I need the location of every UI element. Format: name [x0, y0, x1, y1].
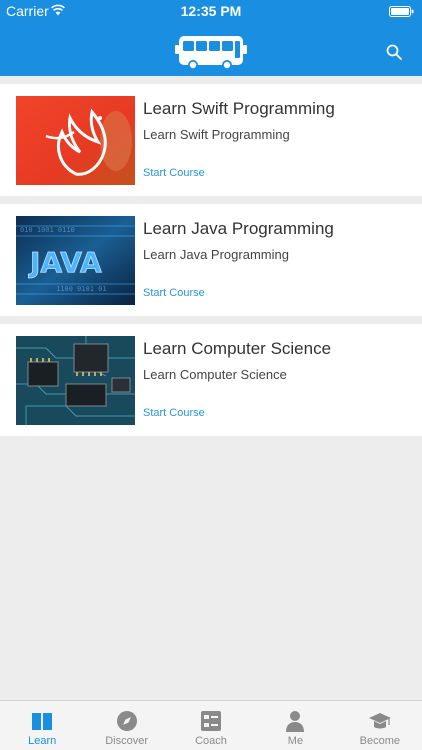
tab-label: Become [359, 735, 400, 747]
tab-learn[interactable]: Learn [0, 701, 84, 750]
tab-me[interactable]: Me [253, 701, 337, 750]
search-icon[interactable] [386, 44, 402, 60]
tab-coach[interactable]: Coach [169, 701, 253, 750]
app-header: Carrier 12:35 PM [0, 0, 422, 76]
course-subtitle: Learn Java Programming [143, 247, 289, 262]
svg-text:1100 0101 01: 1100 0101 01 [56, 285, 107, 293]
course-card-computer-science[interactable]: Learn Computer Science Learn Computer Sc… [0, 324, 422, 436]
course-title: Learn Swift Programming [143, 99, 335, 118]
swift-logo-image [16, 96, 135, 185]
svg-text:010 1001 0110: 010 1001 0110 [20, 226, 75, 234]
tab-bar: Learn Discover Coach Me Become [0, 700, 422, 750]
tab-label: Learn [28, 735, 57, 747]
battery-icon [389, 6, 414, 17]
circuit-board-image [16, 336, 135, 425]
person-icon [286, 711, 305, 732]
java-logo-image: 010 1001 0110 1100 0101 01 JAVA [16, 216, 135, 305]
bus-icon [175, 36, 247, 70]
start-course-link[interactable]: Start Course [143, 407, 205, 419]
svg-text:JAVA: JAVA [28, 246, 102, 279]
course-subtitle: Learn Swift Programming [143, 127, 290, 142]
status-time: 12:35 PM [180, 3, 242, 19]
tab-become[interactable]: Become [338, 701, 422, 750]
tab-label: Me [287, 735, 304, 747]
start-course-link[interactable]: Start Course [143, 167, 205, 179]
course-card-swift[interactable]: Learn Swift Programming Learn Swift Prog… [0, 84, 422, 196]
compass-icon [116, 711, 137, 731]
course-title: Learn Computer Science [143, 339, 332, 358]
course-title: Learn Java Programming [143, 219, 334, 238]
tab-discover[interactable]: Discover [84, 701, 168, 750]
course-subtitle: Learn Computer Science [143, 367, 287, 382]
tab-label: Coach [195, 735, 227, 747]
checklist-icon [201, 711, 222, 731]
start-course-link[interactable]: Start Course [143, 287, 205, 299]
tab-label: Discover [105, 735, 148, 747]
course-card-java[interactable]: 010 1001 0110 1100 0101 01 JAVA Learn Ja… [0, 204, 422, 316]
status-bar: Carrier 12:35 PM [0, 0, 422, 22]
graduation-cap-icon [368, 713, 391, 729]
book-icon [32, 713, 53, 730]
